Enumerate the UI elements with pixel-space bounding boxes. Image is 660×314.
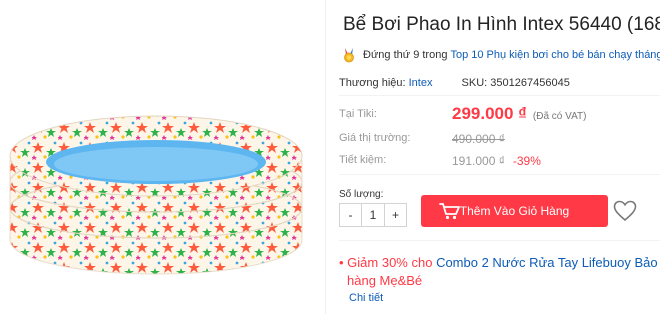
saving-value: 191.000 ₫ -39% bbox=[452, 154, 541, 168]
promo-combo-link[interactable]: Combo 2 Nước Rửa Tay Lifebuoy Bảo bbox=[436, 255, 658, 270]
product-image[interactable] bbox=[6, 100, 306, 278]
bestseller-rank: Đứng thứ 9 trong Top 10 Phụ kiện bơi cho… bbox=[341, 47, 660, 63]
quantity-stepper: - 1 + bbox=[339, 203, 407, 227]
quantity-increase-button[interactable]: + bbox=[385, 204, 406, 226]
promo-line-1: • Giảm 30% cho Combo 2 Nước Rửa Tay Life… bbox=[339, 255, 658, 270]
cart-icon bbox=[439, 203, 460, 220]
rank-text: Đứng thứ 9 trong bbox=[363, 49, 448, 61]
tiki-price-label: Tại Tiki: bbox=[339, 108, 377, 120]
rank-category-link[interactable]: Top 10 Phụ kiện bơi cho bé bán chạy thán… bbox=[450, 49, 660, 61]
promo-prefix: Giảm 30% cho bbox=[347, 255, 433, 270]
brand-label: Thương hiệu: bbox=[339, 77, 406, 89]
saving-amount: 191.000 ₫ bbox=[452, 154, 505, 168]
add-to-cart-label: Thêm Vào Giỏ Hàng bbox=[459, 204, 570, 218]
saving-label: Tiết kiệm: bbox=[339, 154, 387, 166]
market-price-value: 490.000 ₫ bbox=[452, 132, 505, 146]
quantity-decrease-button[interactable]: - bbox=[340, 204, 361, 226]
market-price-row: Giá thị trường: 490.000 ₫ bbox=[339, 132, 505, 146]
brand-link[interactable]: Intex bbox=[409, 77, 433, 89]
heart-icon[interactable] bbox=[613, 200, 637, 222]
tiki-price: 299.000 ₫ (Đã có VAT) bbox=[452, 104, 586, 124]
promotion-block: • Giảm 30% cho Combo 2 Nước Rửa Tay Life… bbox=[339, 240, 660, 304]
market-price-label: Giá thị trường: bbox=[339, 132, 411, 144]
tiki-price-row: Tại Tiki: 299.000 ₫ (Đã có VAT) bbox=[339, 104, 586, 123]
promo-line-2: hàng Mẹ&Bé bbox=[347, 273, 423, 288]
sku-label: SKU: bbox=[461, 77, 488, 89]
promo-detail-link[interactable]: Chi tiết bbox=[349, 292, 660, 304]
product-title: Bể Bơi Phao In Hình Intex 56440 (168 bbox=[343, 14, 660, 35]
sku-value: 3501267456045 bbox=[490, 77, 570, 89]
quantity-label: Số lượng: bbox=[339, 189, 384, 200]
saving-row: Tiết kiệm: 191.000 ₫ -39% bbox=[339, 154, 541, 168]
product-info-panel: Bể Bơi Phao In Hình Intex 56440 (168 Đứn… bbox=[327, 0, 660, 314]
tiki-price-value: 299.000 ₫ bbox=[452, 104, 527, 123]
product-image-panel bbox=[0, 0, 326, 314]
saving-percent: -39% bbox=[512, 154, 541, 168]
quantity-input[interactable]: 1 bbox=[361, 204, 385, 226]
add-to-cart-button[interactable]: Thêm Vào Giỏ Hàng bbox=[421, 195, 608, 227]
brand-sku-line: Thương hiệu: Intex SKU: 3501267456045 bbox=[339, 77, 570, 89]
medal-icon bbox=[344, 48, 354, 63]
price-box: Tại Tiki: 299.000 ₫ (Đã có VAT) Giá thị t… bbox=[339, 95, 660, 175]
vat-note: (Đã có VAT) bbox=[532, 111, 587, 122]
